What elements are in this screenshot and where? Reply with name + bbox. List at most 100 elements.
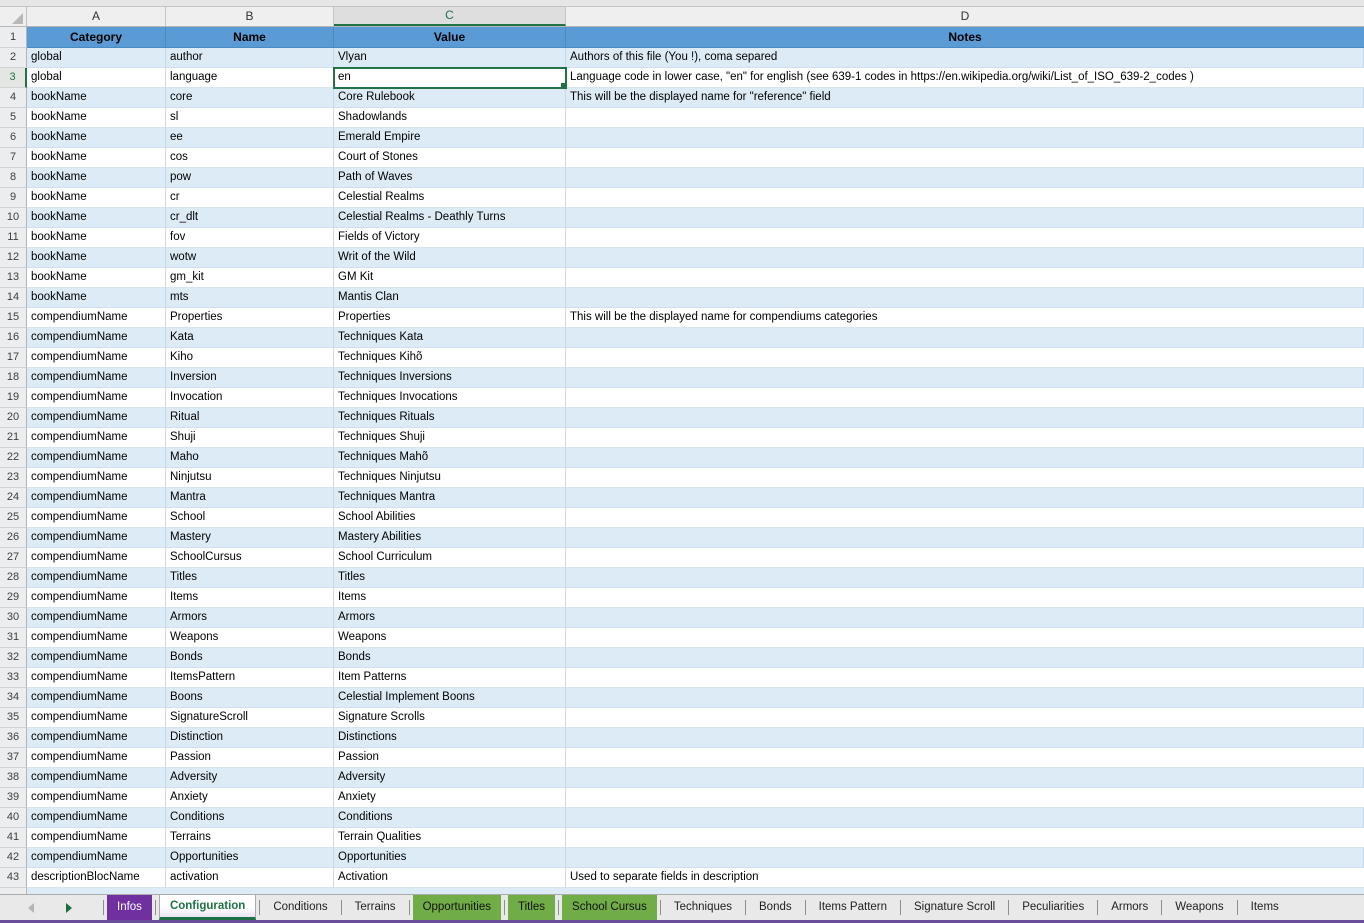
cell-value[interactable]: Techniques Mahõ: [334, 448, 566, 468]
cell-notes[interactable]: [566, 768, 1364, 788]
cell-category[interactable]: compendiumName: [27, 668, 166, 688]
row-header[interactable]: 5: [0, 108, 27, 128]
header-cell-name[interactable]: Name: [166, 27, 334, 48]
cell-category[interactable]: bookName: [27, 148, 166, 168]
row-header[interactable]: 8: [0, 168, 27, 188]
cell-name[interactable]: SignatureScroll: [166, 708, 334, 728]
cell-notes[interactable]: [566, 528, 1364, 548]
row-header[interactable]: 33: [0, 668, 27, 688]
cell-value[interactable]: Celestial Implement Boons: [334, 688, 566, 708]
cell-category[interactable]: compendiumName: [27, 508, 166, 528]
cell-notes[interactable]: [566, 108, 1364, 128]
row-header[interactable]: 30: [0, 608, 27, 628]
cell-value[interactable]: Items: [334, 588, 566, 608]
cell-category[interactable]: compendiumName: [27, 768, 166, 788]
cell-notes[interactable]: [566, 208, 1364, 228]
sheet-tab-weapons[interactable]: Weapons: [1165, 895, 1233, 920]
cell-value[interactable]: School Abilities: [334, 508, 566, 528]
cell-category[interactable]: compendiumName: [27, 388, 166, 408]
cell-category[interactable]: compendiumName: [27, 448, 166, 468]
sheet-tab-school-cursus[interactable]: School Cursus: [562, 895, 657, 920]
cell-notes[interactable]: [566, 448, 1364, 468]
cell-notes[interactable]: [566, 848, 1364, 868]
cell-category[interactable]: compendiumName: [27, 428, 166, 448]
cell-notes[interactable]: [566, 708, 1364, 728]
sheet-tab-infos[interactable]: Infos: [107, 895, 152, 920]
row-header[interactable]: 15: [0, 308, 27, 328]
cell-value[interactable]: Techniques Invocations: [334, 388, 566, 408]
cell-category[interactable]: compendiumName: [27, 828, 166, 848]
cell-value[interactable]: Signature Scrolls: [334, 708, 566, 728]
cell-name[interactable]: Conditions: [166, 808, 334, 828]
cell-name[interactable]: cos: [166, 148, 334, 168]
header-cell-value[interactable]: Value: [334, 27, 566, 48]
cell-notes[interactable]: [566, 508, 1364, 528]
cell-value[interactable]: Anxiety: [334, 788, 566, 808]
cell-name[interactable]: SchoolCursus: [166, 548, 334, 568]
cell-notes[interactable]: [566, 388, 1364, 408]
column-header-b[interactable]: B: [166, 7, 334, 26]
cell-category[interactable]: descriptionBlocName: [27, 868, 166, 888]
cell-name[interactable]: pow: [166, 168, 334, 188]
cell-name[interactable]: Weapons: [166, 628, 334, 648]
row-header[interactable]: 20: [0, 408, 27, 428]
cell-category[interactable]: bookName: [27, 248, 166, 268]
cell-name[interactable]: Kata: [166, 328, 334, 348]
cell-value[interactable]: School Curriculum: [334, 548, 566, 568]
cell-value[interactable]: Titles: [334, 568, 566, 588]
cell-notes[interactable]: [566, 268, 1364, 288]
header-cell-category[interactable]: Category: [27, 27, 166, 48]
cell-category[interactable]: bookName: [27, 108, 166, 128]
row-header[interactable]: 22: [0, 448, 27, 468]
cell-value[interactable]: Item Patterns: [334, 668, 566, 688]
cell-name[interactable]: Kiho: [166, 348, 334, 368]
cell-value[interactable]: Opportunities: [334, 848, 566, 868]
cell-category[interactable]: compendiumName: [27, 408, 166, 428]
cell-name[interactable]: author: [166, 48, 334, 68]
cell-category[interactable]: compendiumName: [27, 348, 166, 368]
row-header[interactable]: 17: [0, 348, 27, 368]
cell-name[interactable]: Mastery: [166, 528, 334, 548]
cell-notes[interactable]: [566, 468, 1364, 488]
cell-category[interactable]: bookName: [27, 208, 166, 228]
cell-value[interactable]: Celestial Realms - Deathly Turns: [334, 208, 566, 228]
sheet-tab-items[interactable]: Items: [1241, 895, 1289, 920]
cell-value[interactable]: Bonds: [334, 648, 566, 668]
sheet-tab-signature-scroll[interactable]: Signature Scroll: [904, 895, 1005, 920]
next-sheet-button[interactable]: [63, 902, 75, 914]
row-header[interactable]: 26: [0, 528, 27, 548]
cell-name[interactable]: cr: [166, 188, 334, 208]
row-header[interactable]: 43: [0, 868, 27, 888]
row-header[interactable]: 7: [0, 148, 27, 168]
cell-notes[interactable]: [566, 748, 1364, 768]
cell-notes[interactable]: [566, 628, 1364, 648]
cell-value[interactable]: Path of Waves: [334, 168, 566, 188]
cell-value[interactable]: Emerald Empire: [334, 128, 566, 148]
cell-category[interactable]: bookName: [27, 168, 166, 188]
cell-name[interactable]: Inversion: [166, 368, 334, 388]
cell-name[interactable]: cr_dlt: [166, 208, 334, 228]
cell-name[interactable]: Opportunities: [166, 848, 334, 868]
cell-notes[interactable]: Language code in lower case, "en" for en…: [566, 68, 1364, 88]
cell-notes[interactable]: Authors of this file (You !), coma separ…: [566, 48, 1364, 68]
row-header[interactable]: 3: [0, 68, 27, 88]
cell-value[interactable]: Weapons: [334, 628, 566, 648]
cell-category[interactable]: compendiumName: [27, 568, 166, 588]
cell-value[interactable]: Mastery Abilities: [334, 528, 566, 548]
cell-notes[interactable]: [566, 648, 1364, 668]
cell-category[interactable]: bookName: [27, 88, 166, 108]
cell-category[interactable]: compendiumName: [27, 728, 166, 748]
cell-category[interactable]: compendiumName: [27, 808, 166, 828]
cell-name[interactable]: School: [166, 508, 334, 528]
row-header[interactable]: 27: [0, 548, 27, 568]
cell-notes[interactable]: [566, 128, 1364, 148]
cell-category[interactable]: bookName: [27, 188, 166, 208]
sheet-tab-techniques[interactable]: Techniques: [664, 895, 742, 920]
cell-name[interactable]: activation: [166, 868, 334, 888]
cell-name[interactable]: Ritual: [166, 408, 334, 428]
prev-sheet-button[interactable]: [25, 902, 37, 914]
cell-name[interactable]: Armors: [166, 608, 334, 628]
cell-value[interactable]: Conditions: [334, 808, 566, 828]
cell-category[interactable]: compendiumName: [27, 848, 166, 868]
row-header[interactable]: 31: [0, 628, 27, 648]
